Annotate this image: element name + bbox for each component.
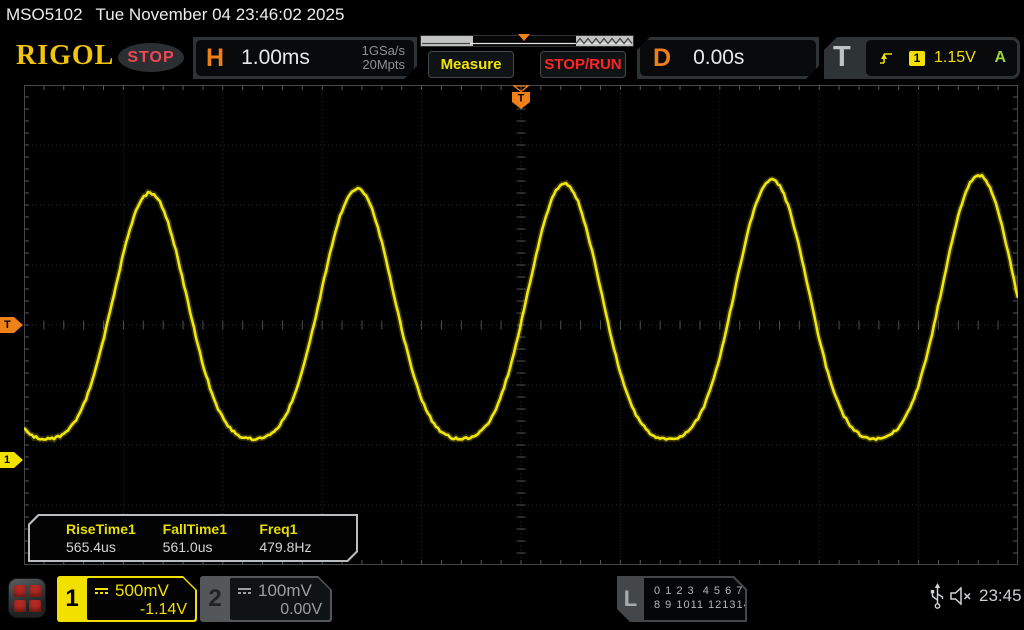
channel2-tab: 2	[200, 576, 230, 622]
channel1-tab: 1	[57, 576, 87, 622]
dc-coupling-icon	[238, 588, 251, 594]
run-state-badge[interactable]: STOP	[118, 43, 184, 72]
trigger-mode-indicator: A	[994, 49, 1006, 67]
trigger-slope-icon	[879, 51, 894, 66]
usb-icon	[930, 583, 945, 611]
rigol-logo: RIGOL	[16, 40, 114, 72]
measurement-item: RiseTime1 565.4us	[66, 521, 163, 560]
horizontal-timebase-box[interactable]: H 1.00ms 1GSa/s 20Mpts	[193, 37, 417, 79]
oscilloscope-screen: { "top_bar": { "model": "MSO5102", "date…	[0, 0, 1024, 630]
trigger-label: T	[833, 41, 851, 74]
measurement-value: 479.8Hz	[259, 538, 356, 556]
logic-row-1: 0 1 2 3 4 5 6 7	[654, 584, 745, 598]
measurement-panel[interactable]: RiseTime1 565.4us FallTime1 561.0us Freq…	[28, 514, 358, 562]
trigger-level-marker[interactable]: T	[0, 317, 23, 333]
sample-rate: 1GSa/s	[362, 44, 405, 58]
logic-row-2: 8 9 1011 12131415	[654, 598, 745, 612]
bottom-bar: 1 500mV -1.14V 2 100mV 0.00V L 0 1 2 3 4…	[0, 570, 1024, 630]
stop-run-button[interactable]: STOP/RUN	[540, 51, 626, 78]
channel1-box[interactable]: 1 500mV -1.14V	[57, 576, 197, 622]
measurement-label: FallTime1	[163, 521, 260, 538]
channel1-scale: 500mV	[115, 581, 169, 600]
memory-depth: 20Mpts	[362, 58, 405, 72]
measurement-item: FallTime1 561.0us	[163, 521, 260, 560]
channel2-offset: 0.00V	[238, 600, 322, 619]
measurement-value: 565.4us	[66, 538, 163, 556]
menu-grid-icon[interactable]	[8, 578, 46, 618]
delay-label: D	[653, 44, 671, 73]
dc-coupling-icon	[95, 588, 108, 594]
timebase-value: 1.00ms	[241, 46, 310, 70]
memory-position-bar	[420, 34, 634, 48]
system-datetime: Tue November 04 23:46:02 2025	[96, 5, 345, 25]
clock-time[interactable]: 23:45	[979, 586, 1022, 606]
delay-value: 0.00s	[693, 46, 744, 70]
channel1-offset: -1.14V	[95, 600, 187, 619]
header-bar: RIGOL STOP H 1.00ms 1GSa/s 20Mpts Measur…	[0, 30, 1024, 83]
trigger-source-badge: 1	[909, 51, 925, 66]
channel2-scale: 100mV	[258, 581, 312, 600]
logic-label: L	[617, 576, 644, 622]
memory-offscreen-left	[421, 36, 473, 46]
waveform-trace	[24, 175, 1018, 440]
measurement-value: 561.0us	[163, 538, 260, 556]
model-name: MSO5102	[6, 5, 83, 25]
trigger-level-value: 1.15V	[934, 49, 976, 67]
graticule: T	[24, 85, 1018, 565]
measurement-item: Freq1 479.8Hz	[259, 521, 356, 560]
measurement-label: RiseTime1	[66, 521, 163, 538]
trigger-box[interactable]: T 1 1.15V A	[824, 37, 1020, 79]
trigger-level-marker-label: T	[4, 319, 11, 331]
logic-channels-box[interactable]: L 0 1 2 3 4 5 6 7 8 9 1011 12131415	[617, 576, 747, 622]
speaker-muted-icon[interactable]	[950, 587, 974, 605]
channel2-box[interactable]: 2 100mV 0.00V	[200, 576, 332, 622]
horizontal-label: H	[206, 44, 224, 73]
measure-button[interactable]: Measure	[428, 51, 514, 78]
measurement-label: Freq1	[259, 521, 356, 538]
memory-offscreen-right	[576, 36, 633, 46]
svg-text:T: T	[518, 93, 525, 105]
top-status-bar: MSO5102 Tue November 04 23:46:02 2025	[0, 0, 1024, 30]
channel1-ground-marker-label: 1	[4, 454, 10, 466]
delay-box[interactable]: D 0.00s	[637, 37, 819, 79]
channel1-ground-marker[interactable]: 1	[0, 452, 23, 468]
